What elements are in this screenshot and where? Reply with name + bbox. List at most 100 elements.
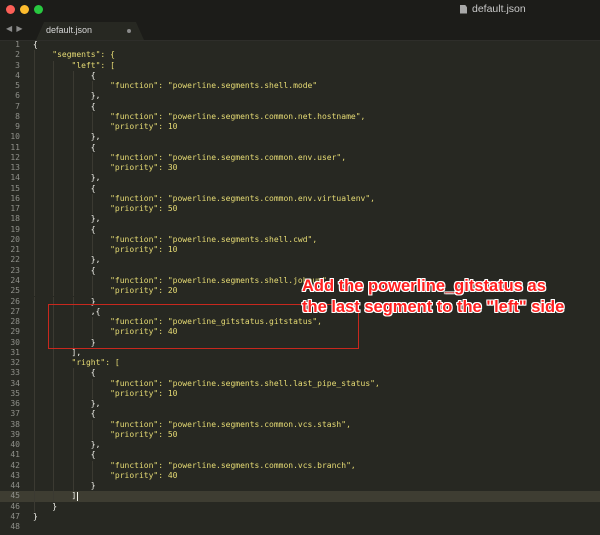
code-line[interactable]: 3 "left": [ — [0, 60, 600, 71]
code-line[interactable]: 40 }, — [0, 440, 600, 451]
line-number: 35 — [10, 388, 20, 398]
code-text: } — [33, 481, 96, 491]
line-number: 21 — [10, 245, 20, 255]
line-number: 1 — [15, 40, 20, 49]
code-text: }, — [33, 132, 101, 142]
code-line[interactable]: 12 "function": "powerline.segments.commo… — [0, 152, 600, 164]
code-text: "function": "powerline.segments.common.v… — [33, 460, 356, 470]
code-line[interactable]: 1{ — [0, 40, 600, 50]
line-number: 17 — [10, 204, 20, 214]
maximize-window-button[interactable] — [34, 5, 43, 14]
code-text: }, — [33, 91, 101, 101]
line-number: 40 — [10, 440, 20, 450]
code-line[interactable]: 38 "function": "powerline.segments.commo… — [0, 419, 600, 430]
line-number: 16 — [10, 193, 20, 203]
code-line[interactable]: 48 — [0, 522, 600, 532]
line-number: 48 — [10, 522, 20, 532]
title-bar: default.json — [0, 0, 600, 19]
line-number: 4 — [15, 70, 20, 80]
line-number: 12 — [10, 152, 20, 162]
line-number: 44 — [10, 481, 20, 491]
code-line[interactable]: 19 { — [0, 224, 600, 235]
code-line[interactable]: 17 "priority": 50 — [0, 204, 600, 215]
code-text: "function": "powerline.segments.shell.mo… — [33, 81, 318, 91]
code-line[interactable]: 45 ] — [0, 491, 600, 502]
code-text: "right": [ — [33, 358, 120, 368]
line-number: 36 — [10, 399, 20, 409]
code-line[interactable]: 22 }, — [0, 255, 600, 266]
code-line[interactable]: 20 "function": "powerline.segments.shell… — [0, 234, 600, 246]
code-line[interactable]: 44 } — [0, 481, 600, 492]
code-text: "priority": 20 — [33, 286, 178, 296]
code-line[interactable]: 2 "segments": { — [0, 50, 600, 61]
line-number: 27 — [10, 306, 20, 316]
code-line[interactable]: 32 "right": [ — [0, 358, 600, 369]
code-text: { — [33, 101, 96, 111]
close-window-button[interactable] — [6, 5, 15, 14]
line-number: 37 — [10, 409, 20, 419]
forward-arrow-icon[interactable]: ▶ — [16, 24, 23, 33]
code-line[interactable]: 21 "priority": 10 — [0, 245, 600, 256]
code-line[interactable]: 5 "function": "powerline.segments.shell.… — [0, 81, 600, 92]
line-number: 31 — [10, 347, 20, 357]
code-line[interactable]: 9 "priority": 10 — [0, 122, 600, 133]
code-text: "priority": 50 — [33, 429, 178, 439]
code-line[interactable]: 39 "priority": 50 — [0, 429, 600, 441]
code-text: "function": "powerline.segments.common.n… — [33, 111, 366, 121]
code-text: "priority": 40 — [33, 470, 178, 480]
code-line[interactable]: 23 { — [0, 265, 600, 276]
code-line[interactable]: 47} — [0, 512, 600, 522]
code-line[interactable]: 36 }, — [0, 399, 600, 410]
code-line[interactable]: 33 { — [0, 368, 600, 379]
line-number: 15 — [10, 183, 20, 193]
annotation-line-2: the last segment to the "left" side — [302, 298, 565, 316]
minimize-window-button[interactable] — [20, 5, 29, 14]
code-line[interactable]: 18 }, — [0, 214, 600, 225]
code-line[interactable]: 46 } — [0, 501, 600, 512]
line-number: 32 — [10, 358, 20, 368]
code-text: { — [33, 142, 96, 152]
line-number: 33 — [10, 368, 20, 378]
code-line[interactable]: 35 "priority": 10 — [0, 388, 600, 400]
code-line[interactable]: 10 }, — [0, 132, 600, 143]
code-text: { — [33, 40, 38, 49]
window-title-text: default.json — [472, 3, 526, 15]
code-text: "function": "powerline.segments.common.e… — [33, 152, 347, 162]
line-number: 5 — [15, 81, 20, 91]
tab-default-json[interactable]: default.json — [36, 22, 144, 40]
back-arrow-icon[interactable]: ◀ — [6, 24, 13, 33]
line-number: 46 — [10, 501, 20, 511]
code-line[interactable]: 34 "function": "powerline.segments.shell… — [0, 378, 600, 389]
code-line[interactable]: 37 { — [0, 409, 600, 420]
line-number: 3 — [15, 60, 20, 70]
code-text: "segments": { — [33, 50, 115, 60]
line-number: 6 — [15, 91, 20, 101]
code-line[interactable]: 16 "function": "powerline.segments.commo… — [0, 193, 600, 205]
unsaved-dot-icon[interactable] — [127, 29, 131, 33]
code-line[interactable]: 31 ], — [0, 347, 600, 359]
code-text: }, — [33, 399, 101, 409]
line-number: 20 — [10, 234, 20, 244]
code-line[interactable]: 14 }, — [0, 173, 600, 184]
annotation-text: Add the powerline_gitstatus as the last … — [302, 276, 564, 318]
line-number: 7 — [15, 101, 20, 111]
code-line[interactable]: 15 { — [0, 183, 600, 194]
code-text: }, — [33, 173, 101, 183]
code-text: }, — [33, 255, 101, 265]
code-line[interactable]: 43 "priority": 40 — [0, 470, 600, 482]
code-line[interactable]: 11 { — [0, 142, 600, 153]
code-line[interactable]: 6 }, — [0, 91, 600, 102]
line-number: 47 — [10, 511, 20, 521]
line-number: 34 — [10, 378, 20, 388]
code-line[interactable]: 42 "function": "powerline.segments.commo… — [0, 460, 600, 471]
code-text: "function": "powerline.segments.common.e… — [33, 193, 375, 203]
code-line[interactable]: 13 "priority": 30 — [0, 163, 600, 174]
line-number: 2 — [15, 50, 20, 60]
code-line[interactable]: 4 { — [0, 70, 600, 82]
code-line[interactable]: 8 "function": "powerline.segments.common… — [0, 111, 600, 123]
text-cursor — [77, 492, 79, 502]
code-line[interactable]: 41 { — [0, 450, 600, 461]
code-line[interactable]: 7 { — [0, 101, 600, 112]
line-number: 43 — [10, 470, 20, 480]
line-number: 25 — [10, 286, 20, 296]
